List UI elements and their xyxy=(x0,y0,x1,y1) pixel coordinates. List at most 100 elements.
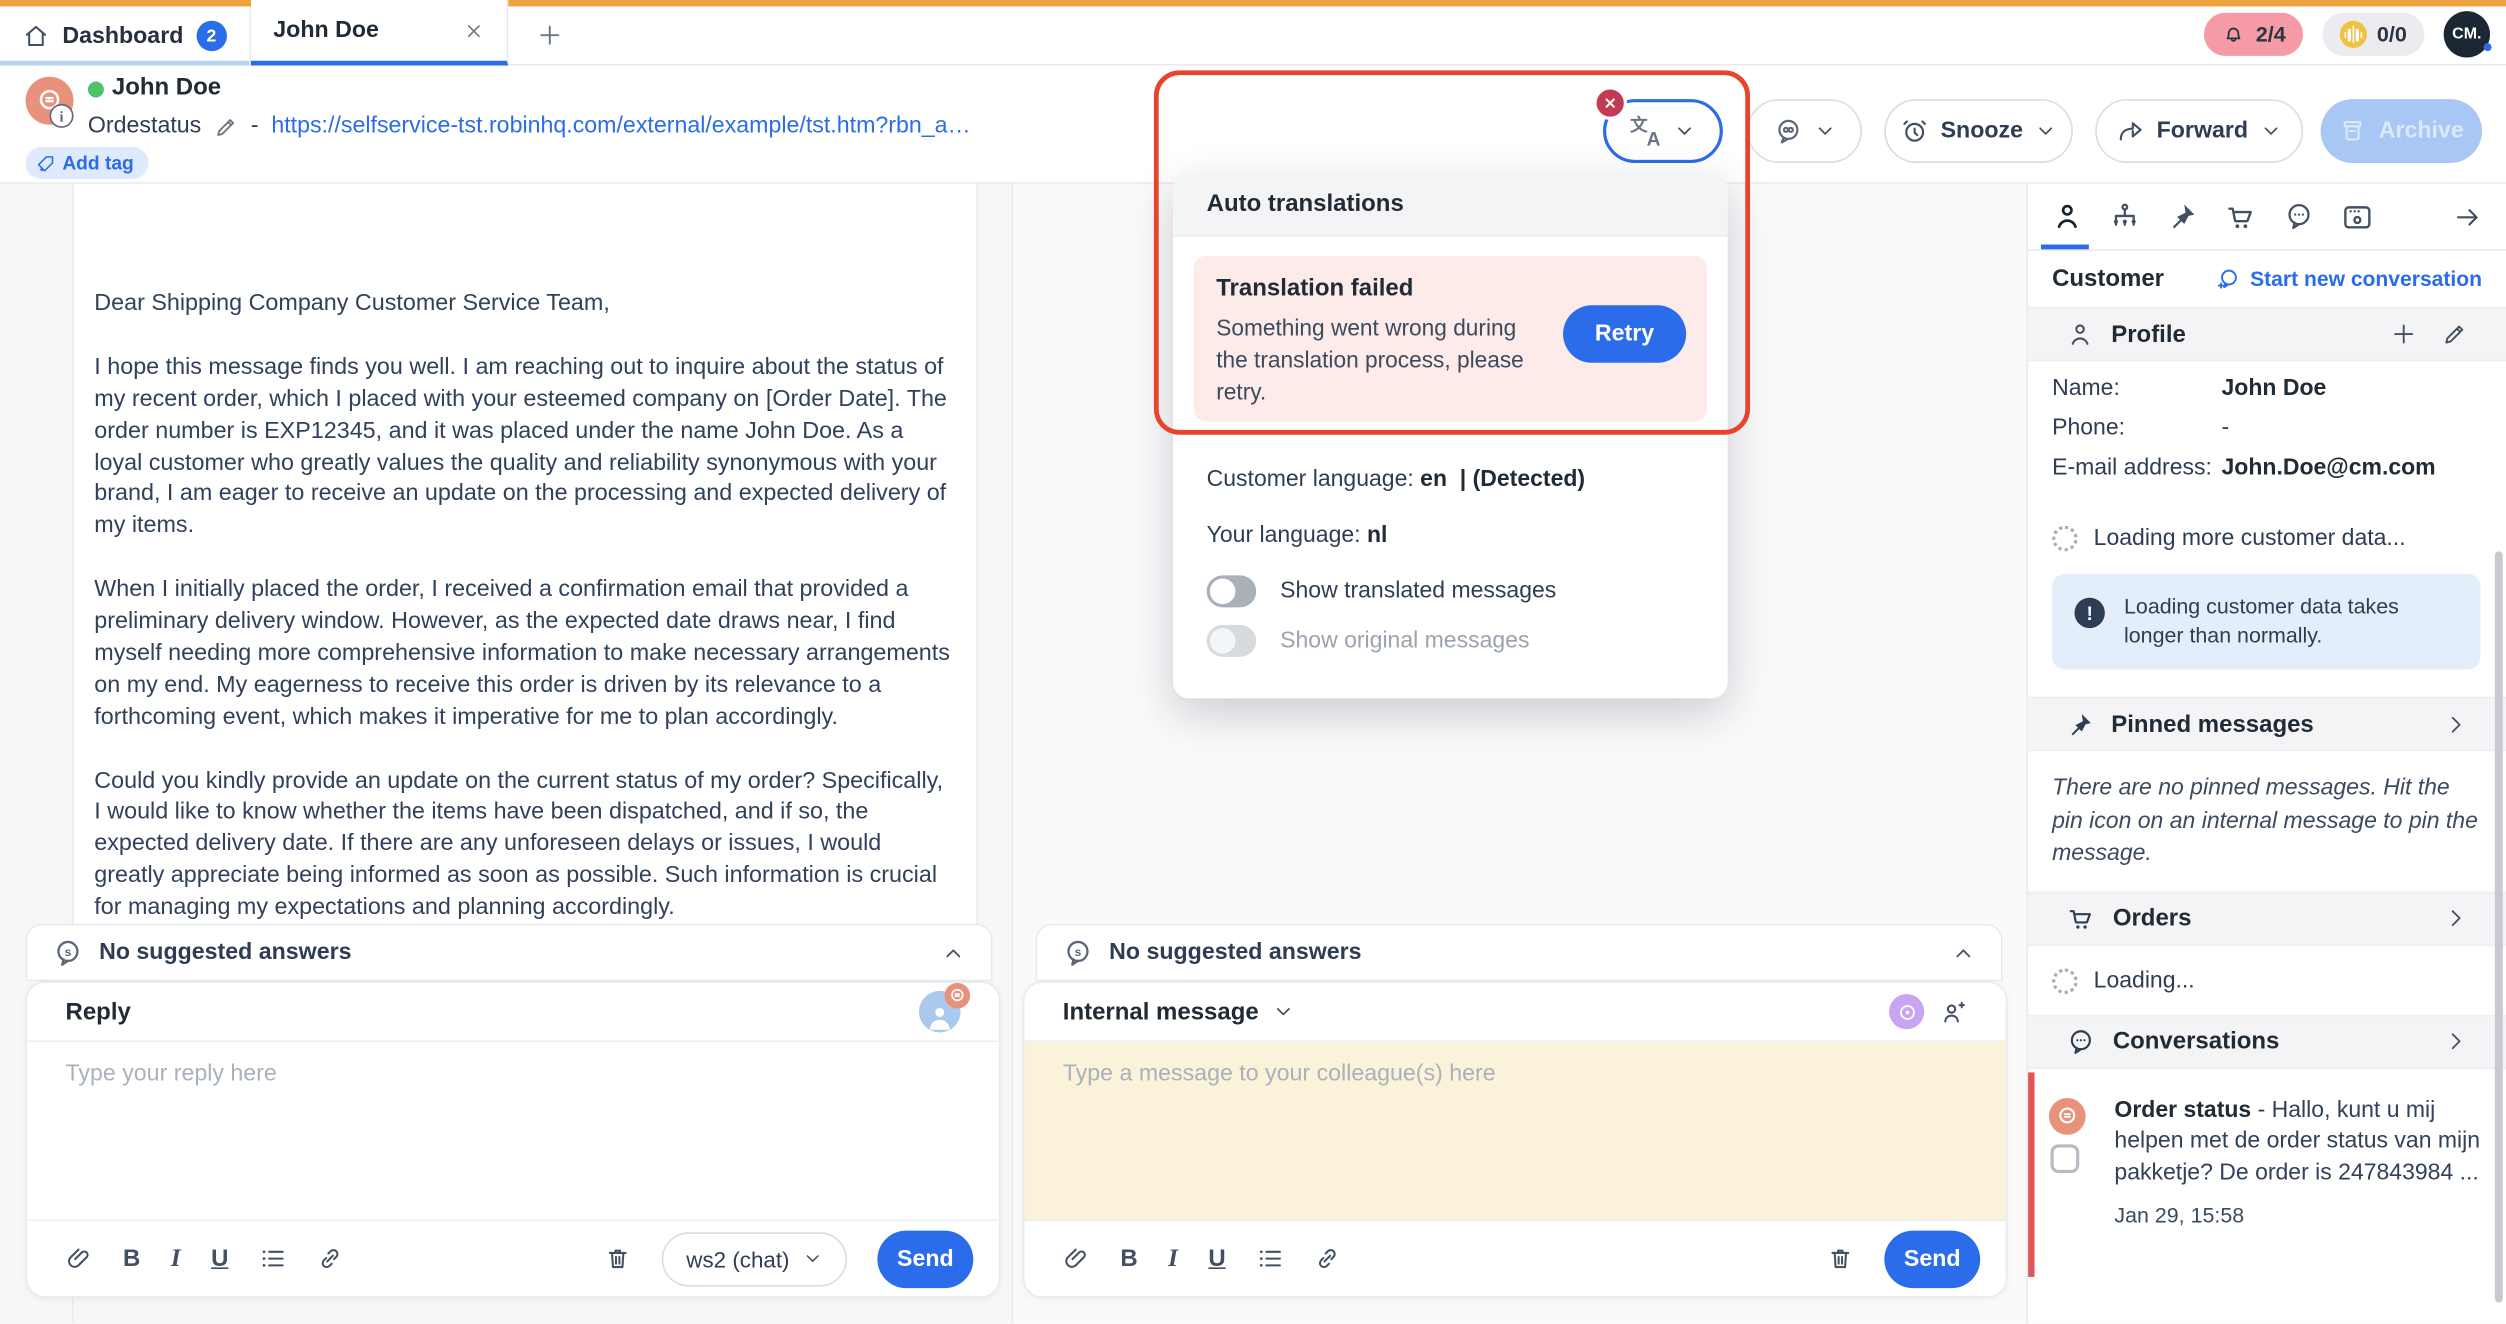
email-paragraph: Dear Shipping Company Customer Service T… xyxy=(94,289,954,321)
edit-pencil-icon[interactable] xyxy=(214,114,238,138)
chevron-down-icon xyxy=(1813,120,1835,142)
forward-label: Forward xyxy=(2157,118,2248,144)
chat-avatar-icon xyxy=(2057,1105,2078,1126)
profile-section-header[interactable]: Profile xyxy=(2028,307,2506,361)
add-colleague-icon[interactable] xyxy=(1940,998,1967,1025)
chevron-up-icon[interactable] xyxy=(941,941,965,965)
add-profile-field-icon[interactable] xyxy=(2391,321,2417,347)
orders-title: Orders xyxy=(2113,905,2192,932)
close-tab-icon[interactable] xyxy=(463,20,484,41)
app-window: Dashboard 2 John Doe 2/4 0/0 CM. xyxy=(0,0,2506,1323)
chevron-down-icon xyxy=(802,1248,823,1269)
bold-icon[interactable]: B xyxy=(1120,1245,1137,1272)
pinned-messages-header[interactable]: Pinned messages xyxy=(2028,697,2506,751)
auto-translations-popup: Auto translations Translation failed Som… xyxy=(1173,173,1728,699)
tab-browser-icon[interactable] xyxy=(2341,201,2373,233)
trash-icon[interactable] xyxy=(1827,1245,1854,1272)
email-paragraph: I hope this message finds you well. I am… xyxy=(94,353,954,544)
new-tab-button[interactable] xyxy=(527,13,572,58)
underline-icon[interactable]: U xyxy=(1208,1245,1225,1272)
internal-message-input[interactable]: Type a message to your colleague(s) here xyxy=(1024,1042,2005,1221)
bot-icon xyxy=(1896,1001,1917,1022)
bullet-list-icon[interactable] xyxy=(259,1245,286,1272)
quick-replies-button[interactable] xyxy=(1747,99,1862,163)
italic-icon[interactable]: I xyxy=(171,1244,181,1273)
chevron-down-icon[interactable] xyxy=(1271,1000,1293,1022)
your-language-value: nl xyxy=(1367,523,1387,549)
send-internal-button[interactable]: Send xyxy=(1884,1230,1980,1288)
tab-orders-icon[interactable] xyxy=(2225,201,2257,233)
bot-badge[interactable] xyxy=(1889,994,1924,1029)
profile-field-row: Name: John Doe xyxy=(2028,376,2506,402)
tab-pinned-icon[interactable] xyxy=(2167,201,2197,231)
notifications-count: 2/4 xyxy=(2256,22,2286,46)
tab-dashboard[interactable]: Dashboard 2 xyxy=(0,6,251,65)
internal-message-composer: Internal message Type a message to your … xyxy=(1023,981,2007,1297)
chevron-down-icon xyxy=(2259,120,2281,142)
send-reply-button[interactable]: Send xyxy=(877,1230,973,1288)
loading-more-label: Loading more customer data... xyxy=(2094,526,2406,552)
forward-button[interactable]: Forward xyxy=(2095,99,2303,163)
active-tab-underline xyxy=(2041,245,2089,250)
field-label: Phone: xyxy=(2052,416,2125,442)
tab-conversation[interactable]: John Doe xyxy=(251,0,508,66)
attachment-icon[interactable] xyxy=(66,1245,93,1272)
translation-error-title: Translation failed xyxy=(1216,275,1684,302)
translate-icon: 文A xyxy=(1630,115,1662,147)
snooze-button[interactable]: Snooze xyxy=(1884,99,2073,163)
bold-icon[interactable]: B xyxy=(123,1245,140,1272)
italic-icon[interactable]: I xyxy=(1168,1244,1178,1273)
customer-language-row: Customer language: en | (Detected) xyxy=(1207,467,1585,493)
chevron-up-icon[interactable] xyxy=(1951,941,1975,965)
conversation-checkbox[interactable] xyxy=(2051,1144,2080,1173)
spinner-icon xyxy=(2052,526,2078,552)
link-icon[interactable] xyxy=(316,1245,343,1272)
calls-pill[interactable]: 0/0 xyxy=(2323,13,2425,56)
reply-input[interactable]: Type your reply here xyxy=(27,1042,999,1221)
orders-header[interactable]: Orders xyxy=(2028,891,2506,945)
translation-error-message: Something went wrong during the translat… xyxy=(1216,313,1548,409)
field-value: - xyxy=(2222,416,2483,442)
account-avatar[interactable]: CM. xyxy=(2444,11,2490,57)
channel-selector[interactable]: ws2 (chat) xyxy=(662,1231,847,1285)
popup-title: Auto translations xyxy=(1173,173,1728,237)
your-language-row: Your language: nl xyxy=(1207,523,1388,549)
info-icon[interactable]: i xyxy=(50,104,74,128)
online-status-dot xyxy=(88,82,104,98)
conversations-header[interactable]: Conversations xyxy=(2028,1014,2506,1068)
email-paragraph: When I initially placed the order, I rec… xyxy=(94,576,954,735)
link-icon[interactable] xyxy=(1314,1245,1341,1272)
reply-suggested-answers-bar[interactable]: s No suggested answers xyxy=(26,924,993,982)
retry-button[interactable]: Retry xyxy=(1563,305,1686,363)
bullet-list-icon[interactable] xyxy=(1256,1245,1283,1272)
translate-button[interactable]: 文A xyxy=(1603,99,1723,163)
home-icon xyxy=(22,22,49,49)
conversation-link[interactable]: https://selfservice-tst.robinhq.com/exte… xyxy=(271,113,970,139)
tab-conversations-icon[interactable] xyxy=(2284,201,2314,231)
pin-icon xyxy=(2066,710,2093,737)
underline-icon[interactable]: U xyxy=(211,1245,228,1272)
show-original-toggle[interactable] xyxy=(1207,625,1257,657)
show-original-label: Show original messages xyxy=(1280,628,1529,654)
profile-field-row: Phone: - xyxy=(2028,416,2506,442)
tab-dashboard-label: Dashboard xyxy=(62,23,183,49)
chevron-right-icon xyxy=(2444,906,2468,930)
show-translated-toggle-row: Show translated messages xyxy=(1207,575,1557,607)
attachment-icon[interactable] xyxy=(1063,1245,1090,1272)
edit-profile-icon[interactable] xyxy=(2442,321,2468,347)
notifications-pill[interactable]: 2/4 xyxy=(2205,13,2304,56)
topic-separator: - xyxy=(251,113,259,139)
collapse-sidebar-icon[interactable] xyxy=(2453,202,2482,231)
tab-customer-icon[interactable] xyxy=(2052,201,2082,231)
start-new-conversation-link[interactable]: Start new conversation xyxy=(2215,266,2482,292)
logo-dot xyxy=(2484,43,2492,51)
sidebar-scrollbar[interactable] xyxy=(2495,551,2503,1302)
internal-suggested-answers-bar[interactable]: s No suggested answers xyxy=(1036,924,2003,982)
show-translated-toggle[interactable] xyxy=(1207,575,1257,607)
add-tag-button[interactable]: Add tag xyxy=(26,147,149,179)
suggested-answers-label: No suggested answers xyxy=(99,940,351,966)
conversation-list-item[interactable]: Order status - Hallo, kunt u mij helpen … xyxy=(2028,1072,2506,1228)
tab-organization-icon[interactable] xyxy=(2110,201,2140,231)
trash-icon[interactable] xyxy=(605,1245,632,1272)
archive-button[interactable]: Archive xyxy=(2321,99,2482,163)
